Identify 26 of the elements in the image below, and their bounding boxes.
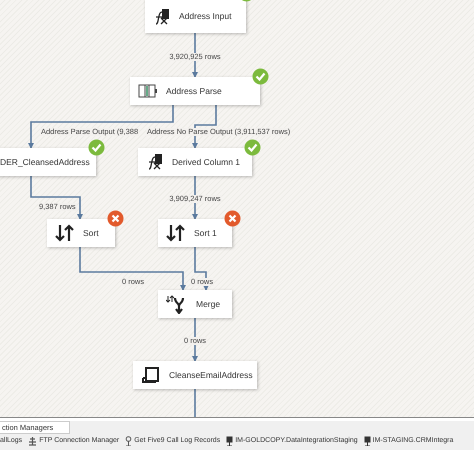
node-title: Merge <box>196 298 220 310</box>
component-node[interactable]: Sort <box>47 219 115 247</box>
sort-arrows-icon <box>166 224 186 242</box>
node-title: Derived Column 1 <box>172 156 240 168</box>
component-node[interactable]: Address Input <box>145 0 246 33</box>
plug-icon <box>125 436 132 446</box>
splitter-icon <box>138 84 158 98</box>
fx-icon <box>146 153 164 171</box>
component-node[interactable]: Sort 1 <box>158 219 232 247</box>
node-title: DER_CleansedAddress <box>0 156 90 168</box>
sort-arrows-icon <box>55 224 75 242</box>
script-icon <box>141 366 161 384</box>
fx-icon <box>153 8 171 26</box>
node-title: Address Parse <box>166 84 222 98</box>
component-node[interactable]: CleanseEmailAddress <box>133 361 257 389</box>
node-title: Address Input <box>179 10 232 23</box>
network-icon <box>28 436 38 446</box>
component-node[interactable]: Merge <box>158 290 232 318</box>
node-title: Sort <box>83 226 99 240</box>
component-node[interactable]: Address Parse <box>130 77 260 105</box>
node-title: CleanseEmailAddress <box>169 368 253 382</box>
server-icon <box>364 436 371 446</box>
server-icon <box>226 436 234 446</box>
component-node[interactable]: DER_CleansedAddress <box>0 148 96 176</box>
component-node[interactable]: Derived Column 1 <box>138 148 252 176</box>
node-title: Sort 1 <box>194 226 217 240</box>
